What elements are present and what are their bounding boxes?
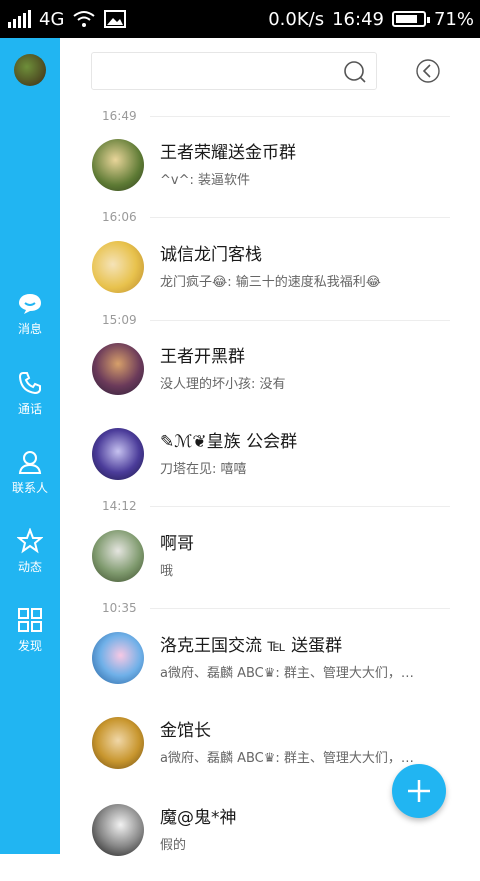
conversation-preview: ^v^: 装逼软件 [160,173,250,188]
sidebar: 消息 通话 联系人 动态 发现 [0,38,60,854]
divider [150,116,450,117]
conversation-preview: 刀塔在见: 嘻嘻 [160,462,247,477]
conversation-row[interactable]: 诚信龙门客栈 龙门疯子😂: 输三十的速度私我福利😂 [60,228,480,318]
avatar [92,632,144,684]
conversation-title: 王者开黑群 [160,347,245,367]
divider [150,506,450,507]
divider [150,320,450,321]
sidebar-item-contacts[interactable]: 联系人 [0,449,60,496]
conversation-preview: 龙门疯子😂: 输三十的速度私我福利😂 [160,275,381,290]
timestamp: 16:06 [102,210,137,224]
avatar [92,343,144,395]
sidebar-item-moments[interactable]: 动态 [0,528,60,575]
conversation-row[interactable]: 王者荣耀送金币群 ^v^: 装逼软件 [60,126,480,216]
network-label: 4G [39,8,65,30]
sidebar-item-discover[interactable]: 发现 [0,607,60,654]
star-icon [17,528,43,554]
signal-icon [8,10,31,28]
sidebar-item-messages[interactable]: 消息 [0,292,60,337]
divider [150,217,450,218]
image-notification-icon [104,10,127,28]
wifi-icon [73,11,96,27]
clock: 16:49 [332,8,384,30]
timestamp: 14:12 [102,499,137,513]
conversation-preview: 哦 [160,564,174,579]
battery-percent: 71% [433,8,474,30]
avatar [92,241,144,293]
conversation-title: 啊哥 [160,534,194,554]
sidebar-item-label: 通话 [17,402,42,416]
status-bar: 4G 0.0K/s 16:49 71% [0,0,480,38]
conversation-row[interactable]: 啊哥 哦 [60,517,480,607]
sidebar-item-label: 联系人 [11,481,48,495]
divider [150,608,450,609]
sidebar-item-calls[interactable]: 通话 [0,370,60,417]
conversation-title: 魔@鬼*神 [160,808,237,828]
sidebar-item-label: 消息 [17,322,42,336]
search-icon[interactable] [342,59,368,85]
conversation-title: ✎ℳ❦皇族 公会群 [160,432,298,452]
add-button[interactable] [392,764,446,818]
avatar [92,530,144,582]
avatar [92,717,144,769]
conversation-title: 金馆长 [160,721,211,741]
search-input[interactable] [91,52,377,90]
avatar [92,139,144,191]
grid-icon [18,608,42,632]
conversation-title: 诚信龙门客栈 [160,245,262,265]
avatar[interactable] [14,54,46,86]
conversation-preview: 假的 [160,838,187,853]
conversation-preview: 没人理的坏小孩: 没有 [160,377,286,392]
network-speed: 0.0K/s [268,8,325,30]
avatar [92,804,144,856]
battery-icon [391,11,430,27]
timestamp: 10:35 [102,601,137,615]
contacts-icon [18,451,42,474]
timestamp: 15:09 [102,313,137,327]
back-icon[interactable] [415,58,441,84]
conversation-row[interactable]: ✎ℳ❦皇族 公会群 刀塔在见: 嘻嘻 [60,415,480,505]
timestamp: 16:49 [102,109,137,123]
conversation-preview: a微府、磊麟 ABC♛: 群主、管理大大们，… [160,751,414,766]
conversation-row[interactable]: 王者开黑群 没人理的坏小孩: 没有 [60,330,480,420]
conversation-preview: a微府、磊麟 ABC♛: 群主、管理大大们，… [160,666,414,681]
sidebar-item-label: 发现 [17,639,42,653]
conversation-panel: 16:49 王者荣耀送金币群 ^v^: 装逼软件 16:06 诚信龙门客栈 龙门… [60,38,480,856]
avatar [92,428,144,480]
chat-bubble-icon [19,294,41,314]
sidebar-item-label: 动态 [17,560,42,574]
plus-icon [408,780,430,802]
phone-icon [18,372,41,395]
conversation-row[interactable]: 洛克王国交流 ℡ 送蛋群 a微府、磊麟 ABC♛: 群主、管理大大们，… [60,619,480,709]
conversation-title: 王者荣耀送金币群 [160,143,296,163]
conversation-title: 洛克王国交流 ℡ 送蛋群 [160,636,343,656]
